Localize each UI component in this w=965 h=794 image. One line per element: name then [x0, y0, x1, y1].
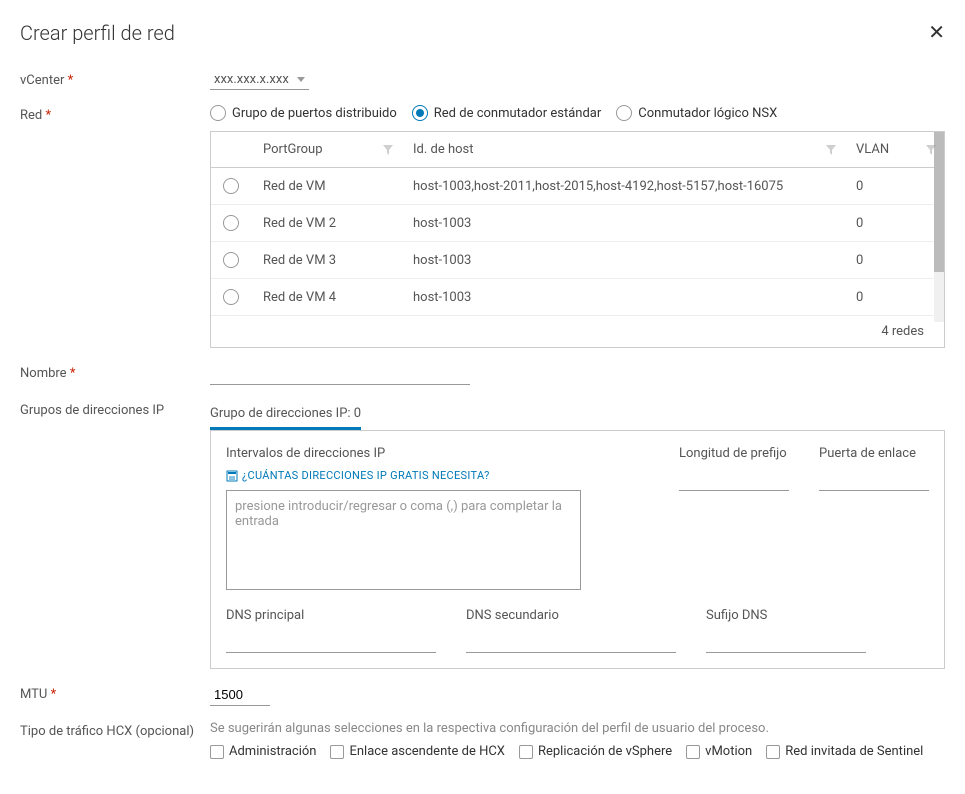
calculator-icon [226, 470, 238, 482]
close-button[interactable]: ✕ [928, 20, 945, 45]
cell-hostid: host-1003 [401, 205, 844, 242]
radio-distributed-portgroup[interactable]: Grupo de puertos distribuido [210, 105, 397, 121]
gateway-label: Puerta de enlace [819, 446, 929, 461]
radio-icon [616, 105, 632, 121]
help-link-ip-count[interactable]: ¿CUÁNTAS DIRECCIONES IP GRATIS NECESITA? [226, 469, 649, 482]
dialog-title: Crear perfil de red [20, 21, 175, 45]
row-radio[interactable] [223, 289, 239, 305]
ip-panel: Intervalos de direcciones IP ¿CUÁNTAS DI… [210, 430, 945, 669]
radio-standard-switch[interactable]: Red de conmutador estándar [412, 105, 602, 121]
col-vlan[interactable]: VLAN [844, 132, 944, 168]
cell-vlan: 0 [844, 168, 944, 205]
ip-groups-label: Grupos de direcciones IP [20, 400, 210, 418]
cell-portgroup: Red de VM 2 [251, 205, 401, 242]
checkbox-sentinel-guest[interactable]: Red invitada de Sentinel [766, 744, 923, 759]
filter-icon[interactable] [383, 144, 393, 154]
vcenter-label: vCenter * [20, 70, 210, 88]
col-portgroup[interactable]: PortGroup [251, 132, 401, 168]
table-row[interactable]: Red de VM 2 host-1003 0 [211, 205, 944, 242]
ip-ranges-label: Intervalos de direcciones IP [226, 446, 649, 461]
table-row[interactable]: Red de VM 4 host-1003 0 [211, 279, 944, 316]
checkbox-icon [519, 745, 533, 759]
dns-suffix-label: Sufijo DNS [706, 608, 866, 623]
checkbox-vsphere-replication[interactable]: Replicación de vSphere [519, 744, 672, 759]
mtu-input[interactable] [210, 684, 270, 706]
cell-portgroup: Red de VM 4 [251, 279, 401, 316]
mtu-label: MTU * [20, 684, 210, 702]
dns-suffix-input[interactable] [706, 631, 866, 653]
close-icon: ✕ [928, 22, 945, 44]
cell-vlan: 0 [844, 205, 944, 242]
checkbox-icon [330, 745, 344, 759]
cell-hostid: host-1003,host-2011,host-2015,host-4192,… [401, 168, 844, 205]
dns-primary-input[interactable] [226, 631, 436, 653]
checkbox-icon [766, 745, 780, 759]
checkbox-icon [686, 745, 700, 759]
cell-hostid: host-1003 [401, 242, 844, 279]
col-hostid[interactable]: Id. de host [401, 132, 844, 168]
radio-icon [210, 105, 226, 121]
dns-secondary-input[interactable] [466, 631, 676, 653]
cell-hostid: host-1003 [401, 279, 844, 316]
radio-icon-selected [412, 105, 428, 121]
prefix-input[interactable] [679, 469, 789, 491]
table-row[interactable]: Red de VM 3 host-1003 0 [211, 242, 944, 279]
row-radio[interactable] [223, 252, 239, 268]
table-footer: 4 redes [211, 315, 944, 347]
nombre-input[interactable] [210, 363, 470, 385]
dns-primary-label: DNS principal [226, 608, 436, 623]
prefix-label: Longitud de prefijo [679, 446, 789, 461]
row-radio[interactable] [223, 215, 239, 231]
filter-icon[interactable] [926, 144, 936, 154]
network-table-container: PortGroup Id. de host VLAN [210, 131, 945, 348]
ip-ranges-textarea[interactable] [226, 490, 581, 590]
traffic-type-label: Tipo de tráfico HCX (opcional) [20, 721, 210, 739]
checkbox-icon [210, 745, 224, 759]
filter-icon[interactable] [826, 144, 836, 154]
row-radio[interactable] [223, 178, 239, 194]
checkbox-vmotion[interactable]: vMotion [686, 744, 752, 759]
tab-ip-group[interactable]: Grupo de direcciones IP: 0 [210, 400, 361, 430]
radio-nsx-logical-switch[interactable]: Conmutador lógico NSX [616, 105, 777, 121]
cell-portgroup: Red de VM [251, 168, 401, 205]
cell-vlan: 0 [844, 279, 944, 316]
traffic-hint: Se sugerirán algunas selecciones en la r… [210, 721, 945, 736]
table-row[interactable]: Red de VM host-1003,host-2011,host-2015,… [211, 168, 944, 205]
cell-vlan: 0 [844, 242, 944, 279]
dns-secondary-label: DNS secundario [466, 608, 676, 623]
red-label: Red * [20, 105, 210, 123]
checkbox-hcx-uplink[interactable]: Enlace ascendente de HCX [330, 744, 505, 759]
gateway-input[interactable] [819, 469, 929, 491]
checkbox-administration[interactable]: Administración [210, 744, 316, 759]
nombre-label: Nombre * [20, 363, 210, 381]
cell-portgroup: Red de VM 3 [251, 242, 401, 279]
vcenter-dropdown[interactable]: xxx.xxx.x.xxx [210, 70, 309, 90]
network-table: PortGroup Id. de host VLAN [211, 132, 944, 315]
